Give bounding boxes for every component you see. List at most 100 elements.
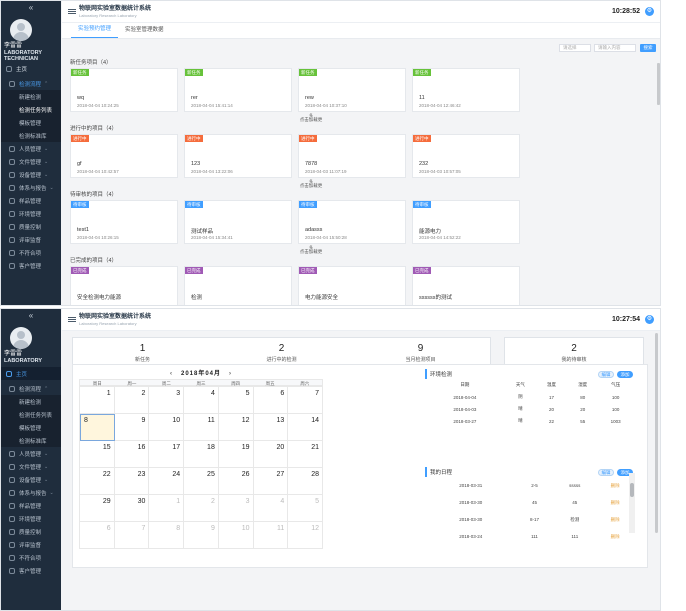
calendar-day[interactable]: 19	[218, 441, 254, 468]
calendar-day[interactable]: 8	[149, 522, 185, 549]
project-card[interactable]: 已完成 电力能源安全	[298, 266, 406, 305]
prev-month-icon[interactable]: ‹	[170, 371, 173, 377]
avatar[interactable]	[10, 19, 32, 41]
project-card[interactable]: 待审核 测试样品 2018-04-04 15:34:41	[184, 200, 292, 244]
env-edit-button[interactable]: 编辑	[598, 370, 614, 378]
calendar-day[interactable]: 5	[288, 495, 323, 522]
project-card[interactable]: 待审核 test1 2018-04-04 10:26:15	[70, 200, 178, 244]
calendar-day[interactable]: 5	[218, 387, 254, 414]
collapse-icon[interactable]: «	[1, 1, 61, 15]
calendar-day[interactable]: 11	[184, 414, 219, 441]
calendar-day[interactable]: 16	[114, 441, 150, 468]
calendar-day[interactable]: 21	[288, 441, 323, 468]
search-button[interactable]: 搜索	[640, 44, 656, 52]
calendar-day[interactable]: 2	[114, 387, 150, 414]
calendar-day[interactable]: 1	[149, 495, 185, 522]
calendar-day[interactable]: 9	[184, 522, 219, 549]
project-card[interactable]: 待审核 能源电力 2018-04-04 14:52:22	[412, 200, 520, 244]
sidebar-item-home[interactable]: 主页	[1, 367, 61, 380]
sidebar-item-12[interactable]: 评审监督	[1, 538, 61, 551]
sidebar-item-3[interactable]: 模板管理	[1, 421, 61, 434]
calendar-day[interactable]: 29	[80, 495, 115, 522]
scrollbar[interactable]	[657, 63, 660, 105]
settings-gear-icon[interactable]: ⚙	[645, 7, 654, 16]
sidebar-item-4[interactable]: 检测标准库	[1, 129, 61, 142]
table-row[interactable]: 2018-04-04 阴 17 80 100	[425, 391, 633, 403]
calendar-day[interactable]: 6	[80, 522, 115, 549]
project-card[interactable]: 待审核 adasss 2018-04-04 15:50:28	[298, 200, 406, 244]
calendar-day[interactable]: 3	[218, 495, 254, 522]
calendar-day[interactable]: 25	[184, 468, 219, 495]
env-add-button[interactable]: 添加	[617, 370, 633, 378]
calendar-day[interactable]: 20	[253, 441, 289, 468]
sidebar-item-2[interactable]: 检测任务列表	[1, 408, 61, 421]
schedule-edit-button[interactable]: 编辑	[598, 468, 614, 476]
calendar-day[interactable]: 12	[288, 522, 323, 549]
status-select[interactable]: 请选择	[559, 44, 591, 52]
calendar-day[interactable]: 9	[114, 414, 150, 441]
load-more-link[interactable]: 多点击加载更	[12, 180, 610, 189]
avatar[interactable]	[10, 327, 32, 349]
calendar-day[interactable]: 2	[184, 495, 219, 522]
project-card[interactable]: 新任务 wq 2018-04-04 10:24:25	[70, 68, 178, 112]
table-row[interactable]: 2018-03-30 45 45 删除	[425, 494, 633, 511]
calendar-day[interactable]: 14	[288, 414, 323, 441]
calendar-day[interactable]: 7	[288, 387, 323, 414]
calendar-day[interactable]: 23	[114, 468, 150, 495]
calendar-day[interactable]: 27	[253, 468, 289, 495]
load-more-link[interactable]: 多点击加载更	[12, 246, 610, 255]
sidebar-item-9[interactable]: 样品管理	[1, 194, 61, 207]
calendar-day[interactable]: 30	[114, 495, 150, 522]
project-card[interactable]: 新任务 rer 2018-04-04 15:41:14	[184, 68, 292, 112]
calendar-day[interactable]: 11	[253, 522, 289, 549]
schedule-scrollbar[interactable]	[629, 473, 635, 533]
sidebar-item-10[interactable]: 环境管理	[1, 512, 61, 525]
sidebar-item-6[interactable]: 文件管理 ⌄	[1, 155, 61, 168]
calendar-day[interactable]: 12	[218, 414, 254, 441]
sidebar-item-11[interactable]: 质量控制	[1, 525, 61, 538]
project-card[interactable]: 已完成 安全检测电力能源	[70, 266, 178, 305]
calendar-day[interactable]: 1	[80, 387, 115, 414]
tab-lab-data[interactable]: 实验室管理数据	[118, 25, 171, 38]
project-card[interactable]: 进行中 123 2018-04-04 13:22:06	[184, 134, 292, 178]
calendar-day[interactable]: 4	[253, 495, 289, 522]
calendar-day[interactable]: 17	[149, 441, 185, 468]
sidebar-item-14[interactable]: 客户管理	[1, 564, 61, 577]
table-row[interactable]: 2018-03-30 8-17 检测 删除	[425, 511, 633, 528]
calendar-day[interactable]: 7	[114, 522, 150, 549]
sidebar-item-11[interactable]: 质量控制	[1, 220, 61, 233]
collapse-icon[interactable]: «	[1, 309, 61, 323]
calendar-day[interactable]: 4	[184, 387, 219, 414]
sidebar-item-4[interactable]: 检测标准库	[1, 434, 61, 447]
sidebar-item-0[interactable]: 检测流程 ⌃	[1, 382, 61, 395]
sidebar-item-12[interactable]: 评审监督	[1, 233, 61, 246]
table-row[interactable]: 2018-03-27 晴 22 55 1003	[425, 415, 633, 427]
calendar-day[interactable]: 15	[80, 441, 115, 468]
table-row[interactable]: 2018-03-24 111 111 删除	[425, 528, 633, 545]
delete-link[interactable]: 删除	[597, 528, 633, 545]
sidebar-item-9[interactable]: 样品管理	[1, 499, 61, 512]
calendar-day[interactable]: 18	[184, 441, 219, 468]
calendar-day[interactable]: 10	[218, 522, 254, 549]
sidebar-item-0[interactable]: 检测流程 ⌃	[1, 77, 61, 90]
table-row[interactable]: 2018-04-03 晴 20 20 100	[425, 403, 633, 415]
project-card[interactable]: 新任务 rew 2018-04-04 10:37:10	[298, 68, 406, 112]
project-card[interactable]: 已完成 ssssss的测试	[412, 266, 520, 305]
calendar-day[interactable]: 26	[218, 468, 254, 495]
sidebar-item-7[interactable]: 设备管理 ⌄	[1, 473, 61, 486]
sidebar-item-6[interactable]: 文件管理 ⌄	[1, 460, 61, 473]
load-more-link[interactable]: 多点击加载更	[12, 114, 610, 123]
calendar-day[interactable]: 6	[253, 387, 289, 414]
sidebar-item-13[interactable]: 不符合项	[1, 551, 61, 564]
sidebar-item-8[interactable]: 体系与报告 ⌄	[1, 486, 61, 499]
delete-link[interactable]: 删除	[597, 477, 633, 494]
calendar-day[interactable]: 13	[253, 414, 289, 441]
project-card[interactable]: 进行中 7878 2018-04-03 11:07:19	[298, 134, 406, 178]
sidebar-item-1[interactable]: 新建检测	[1, 90, 61, 103]
calendar-day[interactable]: 28	[288, 468, 323, 495]
project-card[interactable]: 已完成 检测	[184, 266, 292, 305]
sidebar-item-1[interactable]: 新建检测	[1, 395, 61, 408]
sidebar-item-5[interactable]: 人员管理 ⌄	[1, 447, 61, 460]
table-row[interactable]: 2018-03-31 2-5 sssss 删除	[425, 477, 633, 494]
sidebar-item-10[interactable]: 环境管理	[1, 207, 61, 220]
